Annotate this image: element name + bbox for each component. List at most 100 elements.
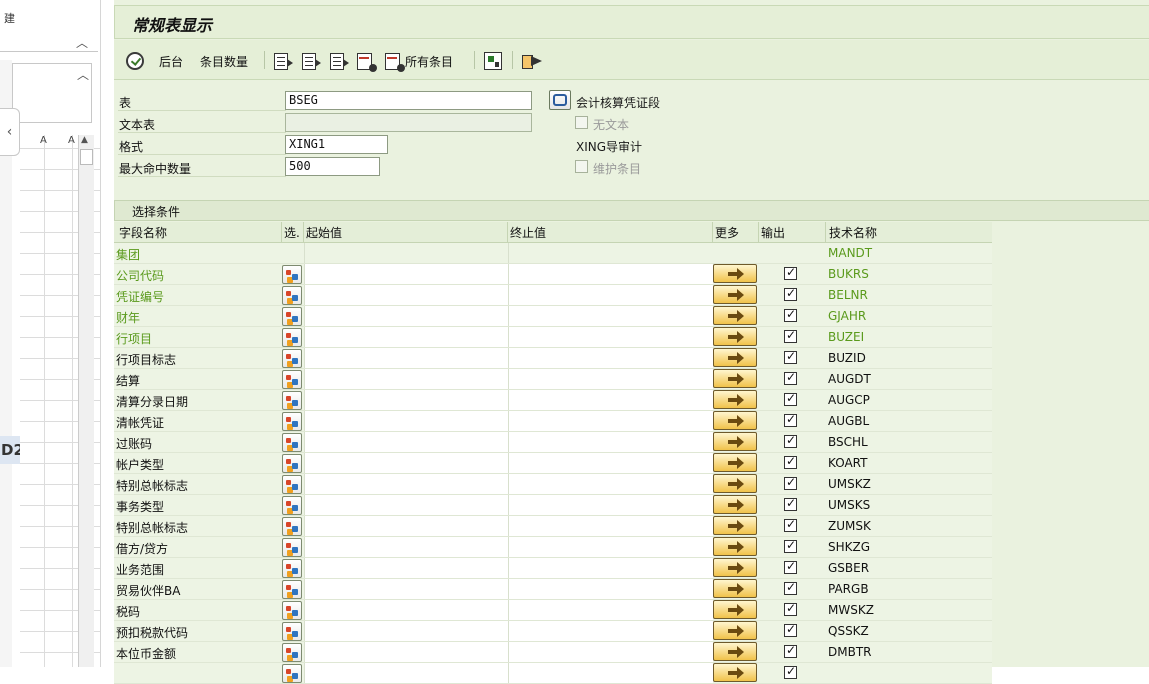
multiple-selection-arrow-icon[interactable]	[713, 663, 757, 682]
from-value-input[interactable]	[304, 600, 508, 620]
multiple-selection-arrow-icon[interactable]	[713, 516, 757, 535]
multiple-selection-arrow-icon[interactable]	[713, 369, 757, 388]
multiple-selection-arrow-icon[interactable]	[713, 285, 757, 304]
to-value-input[interactable]	[508, 642, 713, 662]
output-checkbox[interactable]	[784, 391, 797, 406]
multiple-selection-arrow-icon[interactable]	[713, 390, 757, 409]
layout-field[interactable]: XING1	[285, 135, 388, 154]
from-value-input[interactable]	[304, 390, 508, 410]
from-value-input[interactable]	[304, 327, 508, 347]
multiple-selection-arrow-icon[interactable]	[713, 432, 757, 451]
all-entries-button[interactable]: 所有条目	[385, 50, 453, 72]
selection-options-icon[interactable]	[282, 517, 302, 536]
selection-options-icon[interactable]	[282, 265, 302, 284]
to-value-input[interactable]	[508, 432, 713, 452]
from-value-input[interactable]	[304, 432, 508, 452]
from-value-input[interactable]	[304, 621, 508, 641]
output-checkbox[interactable]	[784, 643, 797, 658]
output-checkbox[interactable]	[784, 475, 797, 490]
multiple-selection-arrow-icon[interactable]	[713, 537, 757, 556]
to-value-input[interactable]	[508, 621, 713, 641]
multiple-selection-arrow-icon[interactable]	[713, 264, 757, 283]
to-value-input[interactable]	[508, 600, 713, 620]
to-value-input[interactable]	[508, 264, 713, 284]
multiple-selection-arrow-icon[interactable]	[713, 621, 757, 640]
multiple-selection-arrow-icon[interactable]	[713, 474, 757, 493]
to-value-input[interactable]	[508, 516, 713, 536]
select-fields-button[interactable]	[274, 50, 293, 72]
selection-options-icon[interactable]	[282, 643, 302, 662]
background-button[interactable]: 后台	[159, 50, 183, 72]
selection-options-icon[interactable]	[282, 412, 302, 431]
table-field[interactable]: BSEG	[285, 91, 532, 110]
to-value-input[interactable]	[508, 663, 713, 683]
output-checkbox[interactable]	[784, 664, 797, 679]
multiple-selection-arrow-icon[interactable]	[713, 600, 757, 619]
selection-options-icon[interactable]	[282, 370, 302, 389]
output-checkbox[interactable]	[784, 454, 797, 469]
scroll-up-icon[interactable]: ▲	[81, 135, 88, 145]
from-value-input[interactable]	[304, 474, 508, 494]
output-checkbox[interactable]	[784, 412, 797, 427]
to-value-input[interactable]	[508, 579, 713, 599]
from-value-input[interactable]	[304, 558, 508, 578]
output-checkbox[interactable]	[784, 328, 797, 343]
output-checkbox[interactable]	[784, 265, 797, 280]
to-value-input[interactable]	[508, 558, 713, 578]
to-value-input[interactable]	[508, 369, 713, 389]
to-value-input[interactable]	[508, 411, 713, 431]
to-value-input[interactable]	[508, 474, 713, 494]
selection-options-icon[interactable]	[282, 496, 302, 515]
to-value-input[interactable]	[508, 390, 713, 410]
multiple-selection-arrow-icon[interactable]	[713, 327, 757, 346]
output-checkbox[interactable]	[784, 307, 797, 322]
delete-selection-button[interactable]	[357, 50, 377, 72]
to-value-input[interactable]	[508, 306, 713, 326]
output-checkbox[interactable]	[784, 622, 797, 637]
no-text-checkbox[interactable]	[575, 116, 588, 129]
selection-options-icon[interactable]	[282, 307, 302, 326]
to-value-input[interactable]	[508, 348, 713, 368]
from-value-input[interactable]	[304, 642, 508, 662]
selection-options-icon[interactable]	[282, 559, 302, 578]
selection-options-icon[interactable]	[282, 328, 302, 347]
from-value-input[interactable]	[304, 411, 508, 431]
vertical-scrollbar[interactable]: ▲	[78, 135, 94, 667]
multiple-selection-arrow-icon[interactable]	[713, 411, 757, 430]
selection-options-icon[interactable]	[282, 538, 302, 557]
from-value-input[interactable]	[304, 495, 508, 515]
from-value-input[interactable]	[304, 264, 508, 284]
multiple-selection-arrow-icon[interactable]	[713, 306, 757, 325]
selection-options-icon[interactable]	[282, 601, 302, 620]
from-value-input[interactable]	[304, 453, 508, 473]
from-value-input[interactable]	[304, 579, 508, 599]
output-checkbox[interactable]	[784, 496, 797, 511]
field-selection-button[interactable]	[302, 50, 321, 72]
to-value-input[interactable]	[508, 285, 713, 305]
layout-button[interactable]	[484, 50, 502, 72]
output-checkbox[interactable]	[784, 559, 797, 574]
entry-count-button[interactable]: 条目数量	[200, 50, 248, 72]
from-value-input[interactable]	[304, 516, 508, 536]
from-value-input[interactable]	[304, 369, 508, 389]
output-checkbox[interactable]	[784, 349, 797, 364]
selection-options-icon[interactable]	[282, 433, 302, 452]
from-value-input[interactable]	[304, 663, 508, 683]
output-checkbox[interactable]	[784, 433, 797, 448]
selection-options-icon[interactable]	[282, 391, 302, 410]
maintain-entries-checkbox[interactable]	[575, 160, 588, 173]
to-value-input[interactable]	[508, 453, 713, 473]
document-segment-button[interactable]	[549, 90, 571, 110]
multiple-selection-arrow-icon[interactable]	[713, 579, 757, 598]
from-value-input[interactable]	[304, 285, 508, 305]
to-value-input[interactable]	[508, 537, 713, 557]
output-checkbox[interactable]	[784, 286, 797, 301]
multiple-selection-arrow-icon[interactable]	[713, 348, 757, 367]
multiple-selection-arrow-icon[interactable]	[713, 453, 757, 472]
from-value-input[interactable]	[304, 348, 508, 368]
chevron-up-icon[interactable]: ︿	[76, 34, 88, 51]
multiple-selection-arrow-icon[interactable]	[713, 642, 757, 661]
execute-button[interactable]	[126, 50, 144, 72]
collapse-left-button[interactable]: ‹	[0, 108, 20, 156]
selection-options-icon[interactable]	[282, 454, 302, 473]
